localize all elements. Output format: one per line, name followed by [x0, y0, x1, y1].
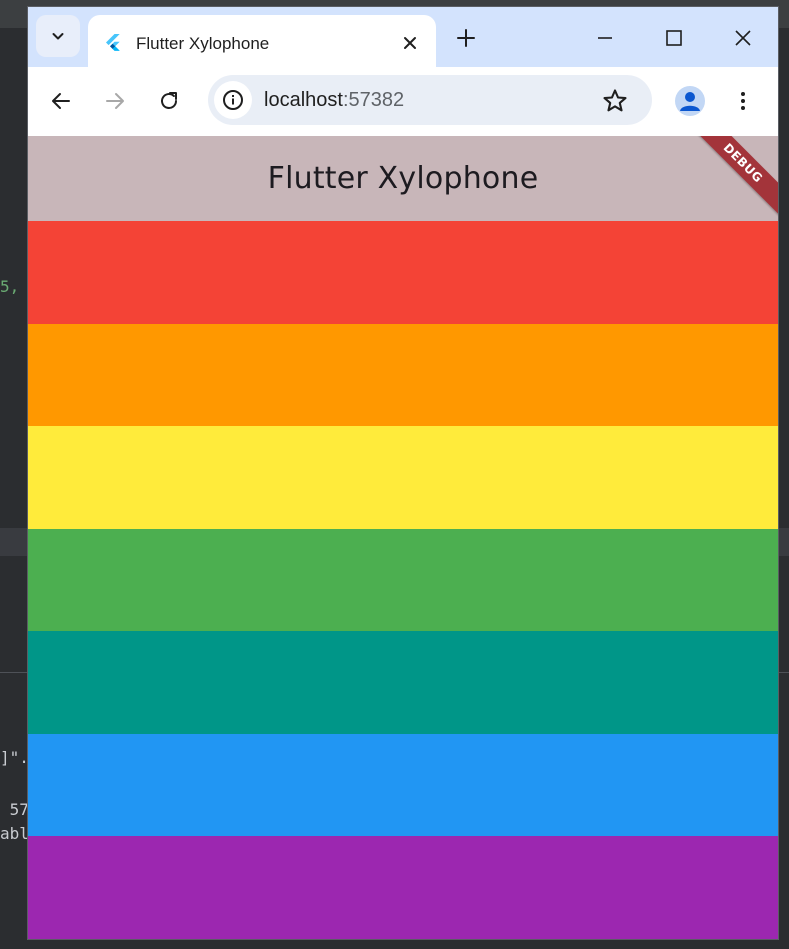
chevron-down-icon: [52, 33, 64, 40]
app-title: Flutter Xylophone: [267, 161, 539, 196]
url-port: :57382: [342, 89, 405, 111]
forward-arrow-icon: [106, 93, 124, 109]
reload-icon: [161, 92, 177, 109]
info-icon: [223, 90, 243, 110]
maximize-icon: [666, 30, 682, 46]
url-text[interactable]: localhost:57382: [264, 89, 404, 112]
app-viewport: Flutter Xylophone DEBUG: [28, 136, 778, 939]
browser-window: Flutter Xylophone localhost:57382 Flutte…: [28, 7, 778, 939]
site-info-button[interactable]: [214, 81, 252, 119]
xylophone-key-yellow[interactable]: [28, 426, 778, 529]
close-window-button[interactable]: [728, 23, 758, 53]
close-icon: [735, 30, 751, 46]
browser-menu-button[interactable]: [729, 87, 757, 115]
xylophone-key-teal[interactable]: [28, 631, 778, 734]
reload-button[interactable]: [155, 87, 183, 115]
ide-code-fragment: abl: [0, 824, 29, 843]
browser-tab-active[interactable]: Flutter Xylophone: [88, 15, 436, 67]
ide-code-fragment: 57: [0, 800, 29, 819]
person-icon: [680, 92, 700, 111]
xylophone-key-red[interactable]: [28, 221, 778, 324]
ide-code-fragment: ]".: [0, 748, 29, 767]
profile-button[interactable]: [675, 86, 705, 116]
xylophone-key-orange[interactable]: [28, 323, 778, 427]
flutter-logo-icon: [106, 34, 120, 51]
minimize-button[interactable]: [590, 23, 620, 53]
plus-icon[interactable]: [452, 24, 480, 52]
star-icon[interactable]: [601, 87, 629, 115]
xylophone-key-blue[interactable]: [28, 733, 778, 837]
xylophone-key-purple[interactable]: [28, 836, 778, 939]
forward-button[interactable]: [101, 87, 129, 115]
url-host: localhost: [264, 89, 343, 111]
back-button[interactable]: [47, 87, 75, 115]
minimize-icon: [598, 37, 612, 39]
xylophone-keys: [28, 221, 778, 939]
maximize-button[interactable]: [659, 23, 689, 53]
xylophone-key-green[interactable]: [28, 528, 778, 632]
tab-strip: Flutter Xylophone: [28, 7, 778, 67]
close-icon[interactable]: [400, 33, 420, 53]
back-arrow-icon: [52, 93, 70, 109]
app-bar: Flutter Xylophone: [28, 136, 778, 221]
address-bar[interactable]: localhost:57382: [208, 75, 652, 125]
browser-toolbar: localhost:57382: [28, 67, 778, 136]
tab-search-button[interactable]: [36, 15, 80, 57]
ide-code-fragment: 5,: [0, 277, 20, 296]
more-vert-icon: [741, 92, 745, 110]
tab-title: Flutter Xylophone: [136, 34, 270, 53]
